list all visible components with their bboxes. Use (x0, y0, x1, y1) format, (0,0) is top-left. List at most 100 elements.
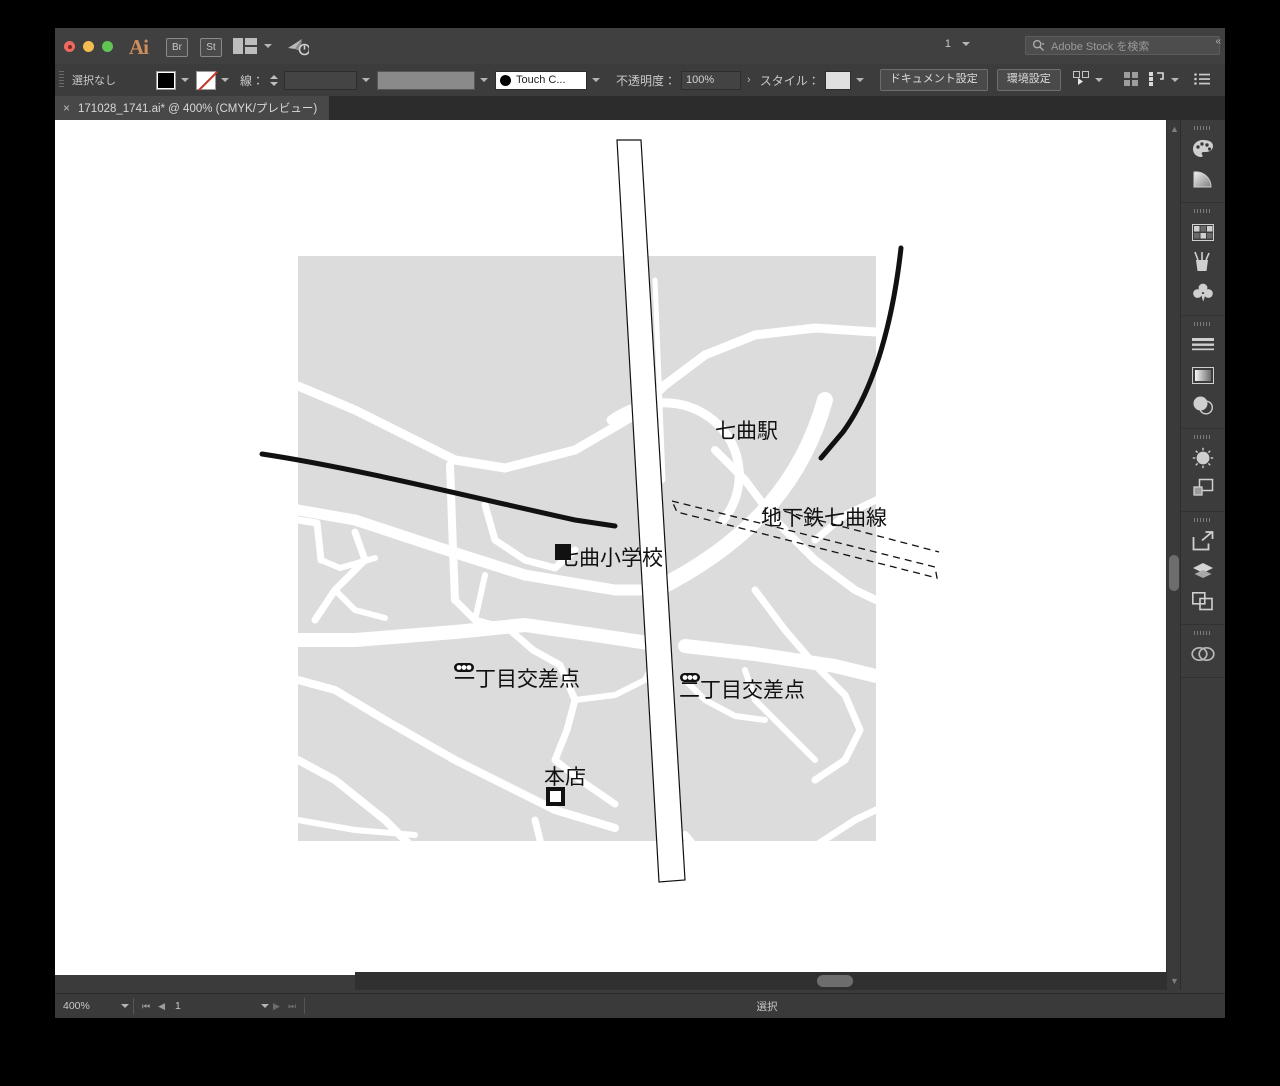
chevron-down-icon[interactable] (264, 44, 272, 48)
collapse-panels-icon[interactable]: « (1215, 36, 1221, 47)
distribute-icon[interactable] (1148, 71, 1166, 89)
stock-button[interactable]: St (200, 38, 222, 57)
label-subway-nanamagari-line: 地下鉄七曲線 (761, 506, 887, 530)
last-page-icon[interactable]: ⏭ (288, 1001, 296, 1012)
scroll-up-icon[interactable]: ▲ (1170, 124, 1179, 134)
transparency-icon[interactable] (1181, 390, 1225, 420)
horizontal-scrollbar-thumb[interactable] (817, 975, 853, 987)
title-bar: Ai Br St 1 Adobe Stock を検索 (55, 28, 1225, 65)
panel-grip[interactable] (1194, 631, 1212, 635)
distribute-chevron-down-icon[interactable] (1170, 78, 1179, 82)
artboard-count[interactable]: 1 (945, 38, 970, 50)
next-page-icon[interactable]: ▶ (273, 1001, 280, 1012)
artboard[interactable]: 七曲駅 地下鉄七曲線 七曲小学校 一丁目交差点 二丁目交差点 本店 (55, 120, 1181, 975)
style-chevron-down-icon[interactable] (855, 78, 864, 82)
fill-color-swatch[interactable] (156, 70, 176, 90)
first-page-icon[interactable]: ⏮ (142, 1001, 150, 1012)
stroke-chevron-down-icon[interactable] (221, 78, 229, 82)
canvas-area[interactable]: 七曲駅 地下鉄七曲線 七曲小学校 一丁目交差点 二丁目交差点 本店 (55, 120, 1225, 990)
control-bar-grip[interactable] (59, 71, 64, 89)
select-similar-chevron-down-icon[interactable] (1094, 78, 1103, 82)
opacity-field[interactable]: 100% (681, 70, 742, 90)
appearance-icon[interactable] (1181, 443, 1225, 473)
status-bar: 400% ⏮ ◀ 1 ▶ ⏭ 選択 (55, 993, 1225, 1018)
width-profile-chevron-down-icon[interactable] (480, 78, 489, 82)
search-placeholder: Adobe Stock を検索 (1051, 40, 1150, 53)
adobe-stock-search[interactable]: Adobe Stock を検索 (1025, 36, 1220, 55)
maximize-window-button[interactable] (102, 41, 113, 52)
stroke-color-swatch[interactable] (196, 70, 216, 90)
align-icon[interactable] (1123, 71, 1139, 89)
stroke-weight-stepper[interactable] (268, 74, 279, 86)
bridge-button[interactable]: Br (166, 38, 188, 57)
label-icchome-intersection: 一丁目交差点 (454, 667, 580, 691)
prev-page-icon[interactable]: ◀ (158, 1001, 165, 1012)
panel-grip[interactable] (1194, 322, 1212, 326)
links-icon[interactable] (1181, 586, 1225, 616)
close-tab-icon[interactable]: × (63, 101, 70, 115)
search-icon (1032, 39, 1045, 51)
minimize-window-button[interactable] (83, 41, 94, 52)
horizontal-scrollbar[interactable] (355, 972, 1207, 990)
gradient-panel-icon[interactable] (1181, 360, 1225, 390)
vertical-scrollbar[interactable]: ▲ ▼ (1166, 120, 1181, 990)
graphic-style-field[interactable] (824, 70, 851, 90)
arrange-documents-icon[interactable] (233, 38, 257, 54)
panel-grip[interactable] (1194, 518, 1212, 522)
artboard-chevron-down-icon[interactable] (261, 1004, 270, 1008)
preferences-button[interactable]: 環境設定 (996, 69, 1061, 91)
panel-grip[interactable] (1194, 435, 1212, 439)
label-head-office: 本店 (544, 765, 586, 789)
artboards-icon[interactable] (1181, 526, 1225, 556)
scroll-down-icon[interactable]: ▼ (1170, 976, 1179, 986)
panel-group-color (1181, 120, 1225, 203)
panel-grip[interactable] (1194, 126, 1212, 130)
layers-icon[interactable] (1181, 556, 1225, 586)
chevron-down-icon[interactable] (962, 42, 970, 46)
artboard-number-field[interactable]: 1 (169, 1000, 261, 1012)
stroke-icon[interactable] (1181, 330, 1225, 360)
label-nanamagari-station: 七曲駅 (715, 419, 778, 443)
tool-status-label: 選択 (756, 1000, 778, 1013)
brush-chevron-down-icon[interactable] (592, 78, 601, 82)
fill-chevron-down-icon[interactable] (181, 78, 189, 82)
label-nichome-intersection: 二丁目交差点 (679, 678, 805, 702)
panel-grip[interactable] (1194, 209, 1212, 213)
style-label: スタイル： (759, 73, 820, 88)
illustrator-window: Ai Br St 1 Adobe Stock を検索 選択なし 線： Touch… (55, 28, 1225, 1018)
panel-menu-icon[interactable] (1193, 72, 1210, 88)
brush-definition-field[interactable]: Touch C... (495, 70, 588, 90)
share-icon[interactable] (287, 36, 311, 56)
panel-group-layers (1181, 512, 1225, 625)
color-palette-icon[interactable] (1181, 134, 1225, 164)
document-tab-title: 171028_1741.ai* @ 400% (CMYK/プレビュー) (78, 103, 318, 115)
selection-status: 選択なし (72, 75, 116, 87)
illustrator-logo-icon: Ai (129, 35, 149, 59)
graphic-styles-icon[interactable] (1181, 473, 1225, 503)
stroke-weight-chevron-down-icon[interactable] (362, 78, 371, 82)
vertical-scrollbar-thumb[interactable] (1169, 555, 1179, 591)
document-tab[interactable]: × 171028_1741.ai* @ 400% (CMYK/プレビュー) (55, 96, 330, 120)
brush-preview-icon (500, 74, 512, 86)
brushes-icon[interactable] (1181, 247, 1225, 277)
opacity-options-icon[interactable]: › (747, 74, 751, 86)
panel-group-stroke (1181, 316, 1225, 429)
zoom-chevron-down-icon[interactable] (121, 1004, 129, 1008)
close-window-button[interactable] (64, 41, 75, 52)
artboard-count-value: 1 (944, 38, 951, 50)
label-nanamagari-elementary-school: 七曲小学校 (558, 546, 663, 570)
document-tab-strip: × 171028_1741.ai* @ 400% (CMYK/プレビュー) (55, 96, 1225, 120)
gradient-icon[interactable] (1181, 164, 1225, 194)
cc-libraries-icon[interactable] (1181, 639, 1225, 669)
width-profile-field[interactable] (377, 70, 476, 90)
zoom-level-value[interactable]: 400% (55, 1000, 121, 1012)
select-similar-icon[interactable] (1072, 71, 1090, 89)
opacity-label: 不透明度： (616, 73, 677, 88)
symbols-icon[interactable] (1181, 277, 1225, 307)
stroke-weight-field[interactable] (284, 70, 358, 90)
swatches-icon[interactable] (1181, 217, 1225, 247)
control-bar: 選択なし 線： Touch C... 不透明度： 100% › スタイル： ドキ… (55, 64, 1225, 97)
panel-group-appearance (1181, 429, 1225, 512)
window-traffic-lights (64, 41, 113, 52)
document-setup-button[interactable]: ドキュメント設定 (879, 69, 988, 91)
